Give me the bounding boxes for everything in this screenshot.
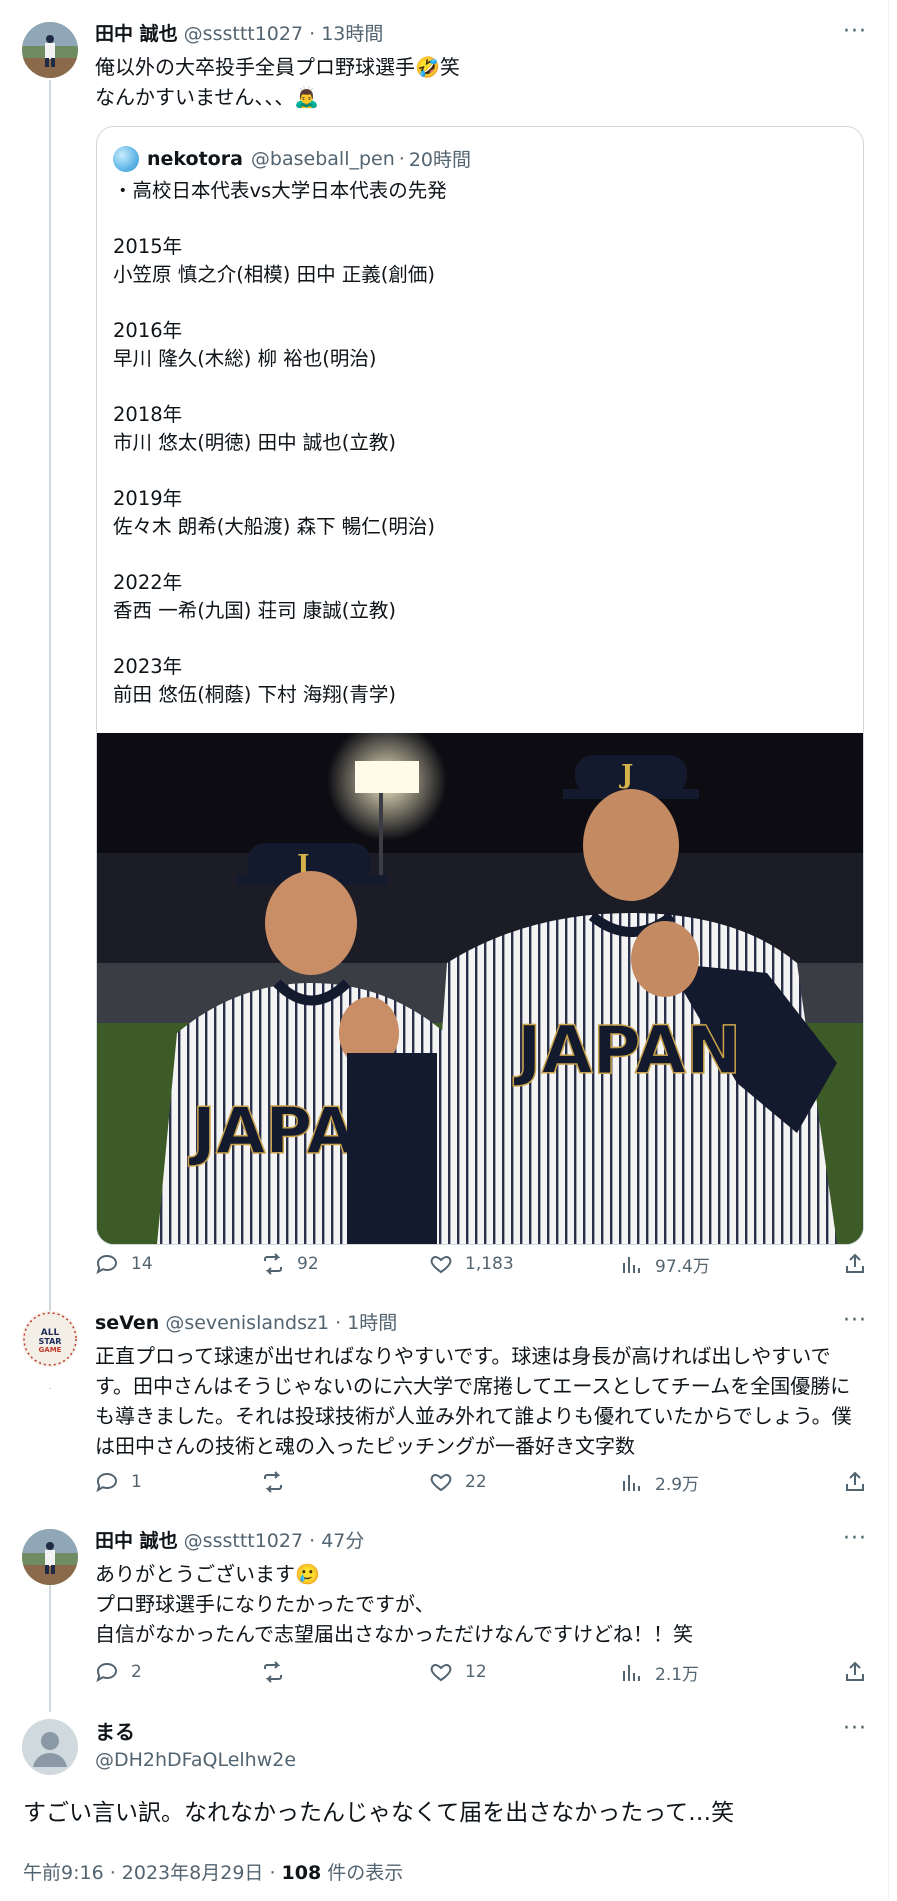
post[interactable]: 田中 誠也 @sssttt1027 · 13時間 ··· 俺以外の大卒投手全員プ…	[95, 21, 867, 112]
post-text: 俺以外の大卒投手全員プロ野球選手🤣笑 なんかすいません、、、🙇‍♂️	[95, 55, 460, 109]
views-button[interactable]: 2.9万	[619, 1470, 699, 1495]
view-count: 97.4万	[655, 1257, 710, 1277]
share-button[interactable]	[843, 1660, 867, 1684]
heart-icon	[430, 1255, 452, 1274]
user-handle[interactable]: @DH2hDFaQLelhw2e	[95, 1747, 867, 1773]
thread-line	[49, 1388, 51, 1389]
like-button[interactable]: 22	[429, 1470, 487, 1494]
share-icon	[846, 1471, 864, 1491]
post-actions: 14 92 1,183 97.4万	[95, 1252, 867, 1282]
heart-icon	[430, 1663, 452, 1682]
post-header: 田中 誠也 @sssttt1027 · 47分	[95, 1529, 867, 1553]
view-count: 108	[281, 1862, 322, 1884]
post-time[interactable]: 1時間	[347, 1312, 397, 1334]
quoted-handle[interactable]: @baseball_pen	[251, 148, 395, 170]
reply-button[interactable]: 2	[95, 1660, 142, 1684]
reply-count: 2	[131, 1662, 142, 1682]
view-count: 2.1万	[655, 1665, 700, 1685]
like-count: 1,183	[465, 1254, 514, 1274]
quoted-display-name[interactable]: nekotora	[147, 148, 243, 170]
post-header: seVen @sevenislandsz1 · 1時間	[95, 1311, 867, 1335]
like-button[interactable]: 12	[429, 1660, 487, 1684]
avatar[interactable]	[22, 22, 78, 78]
separator: ·	[398, 147, 405, 170]
post-timestamp[interactable]: 午前9:16 · 2023年8月29日 ·	[23, 1862, 282, 1884]
post-time[interactable]: 47分	[321, 1530, 364, 1552]
more-options-icon[interactable]: ···	[843, 1528, 867, 1550]
share-icon	[846, 1253, 864, 1273]
user-handle[interactable]: @sssttt1027	[184, 1530, 303, 1552]
like-count: 12	[465, 1662, 487, 1682]
display-name[interactable]: seVen	[95, 1312, 159, 1334]
repost-button[interactable]	[261, 1470, 285, 1494]
separator: ·	[335, 1312, 342, 1334]
focused-post-text: すごい言い訳。なれなかったんじゃなくて届を出さなかったって…笑	[23, 1800, 735, 1826]
quoted-post[interactable]: nekotora @baseball_pen · 20時間 ・高校日本代表vs大…	[96, 126, 864, 1245]
share-button[interactable]	[843, 1252, 867, 1276]
separator: ·	[309, 1530, 316, 1552]
user-handle[interactable]: @sevenislandsz1	[165, 1312, 329, 1334]
repost-count: 92	[297, 1254, 319, 1274]
reply-count: 14	[131, 1254, 153, 1274]
share-button[interactable]	[843, 1470, 867, 1494]
reply-button[interactable]: 14	[95, 1252, 153, 1276]
quoted-time: 20時間	[408, 149, 472, 171]
views-button[interactable]: 97.4万	[619, 1252, 710, 1277]
quoted-post-header: nekotora @baseball_pen · 20時間	[113, 145, 471, 172]
separator: ·	[309, 23, 316, 45]
post-photo[interactable]: J JAPAN J JAPAN	[97, 721, 863, 1244]
repost-button[interactable]: 92	[261, 1252, 319, 1276]
thread-line	[49, 80, 51, 1312]
quoted-avatar-icon[interactable]	[113, 145, 139, 172]
repost-icon	[264, 1661, 282, 1683]
post[interactable]: seVen @sevenislandsz1 · 1時間 ··· 正直プロって球速…	[95, 1310, 867, 1461]
post[interactable]: 田中 誠也 @sssttt1027 · 47分 ··· ありがとうございます🥲 …	[95, 1528, 867, 1649]
post-actions: 2 12 2.1万	[95, 1660, 867, 1690]
avatar[interactable]: ALL STAR GAME	[22, 1311, 78, 1367]
reply-icon	[96, 1472, 118, 1493]
views-label: 件の表示	[321, 1862, 404, 1884]
view-count: 2.9万	[655, 1475, 700, 1495]
more-options-icon[interactable]: ···	[843, 1718, 867, 1740]
like-count: 22	[465, 1472, 487, 1492]
analytics-icon	[623, 1256, 640, 1273]
avatar[interactable]	[22, 1719, 78, 1775]
more-options-icon[interactable]: ···	[843, 21, 867, 43]
focused-post-header: まる @DH2hDFaQLelhw2e ···	[95, 1718, 867, 1773]
post-text: ありがとうございます🥲 プロ野球選手になりたかったですが、 自信がなかったんで志…	[95, 1562, 693, 1646]
all-star-badge-text: GAME	[39, 1346, 62, 1354]
heart-icon	[430, 1473, 452, 1492]
display-name[interactable]: 田中 誠也	[95, 1530, 178, 1552]
repost-icon	[264, 1471, 282, 1493]
repost-icon	[264, 1253, 282, 1275]
cap-logo: J	[619, 760, 633, 790]
like-button[interactable]: 1,183	[429, 1252, 514, 1276]
share-icon	[846, 1661, 864, 1681]
more-options-icon[interactable]: ···	[843, 1310, 867, 1332]
avatar[interactable]	[22, 1529, 78, 1585]
post-header: 田中 誠也 @sssttt1027 · 13時間	[95, 22, 867, 46]
views-button[interactable]: 2.1万	[619, 1660, 699, 1685]
jersey-lettering: JAPAN	[513, 1012, 741, 1089]
reply-button[interactable]: 1	[95, 1470, 142, 1494]
repost-button[interactable]	[261, 1660, 285, 1684]
timeline-border	[888, 0, 889, 1901]
reply-icon	[96, 1662, 118, 1683]
all-star-badge-text: STAR	[39, 1337, 62, 1346]
display-name[interactable]: まる	[95, 1719, 867, 1745]
reply-count: 1	[131, 1472, 142, 1492]
quoted-text: ・高校日本代表vs大学日本代表の先発 2015年 小笠原 慎之介(相模) 田中 …	[113, 179, 447, 706]
analytics-icon	[623, 1664, 640, 1681]
reply-icon	[96, 1254, 118, 1275]
user-handle[interactable]: @sssttt1027	[184, 23, 303, 45]
display-name[interactable]: 田中 誠也	[95, 23, 178, 45]
post-time[interactable]: 13時間	[321, 23, 383, 45]
post-text: 正直プロって球速が出せればなりやすいです。球速は身長が高ければ出しやすいです。田…	[95, 1344, 852, 1458]
post-actions: 1 22 2.9万	[95, 1470, 867, 1500]
analytics-icon	[623, 1474, 640, 1491]
post-meta: 午前9:16 · 2023年8月29日 · 108 件の表示	[23, 1858, 403, 1885]
